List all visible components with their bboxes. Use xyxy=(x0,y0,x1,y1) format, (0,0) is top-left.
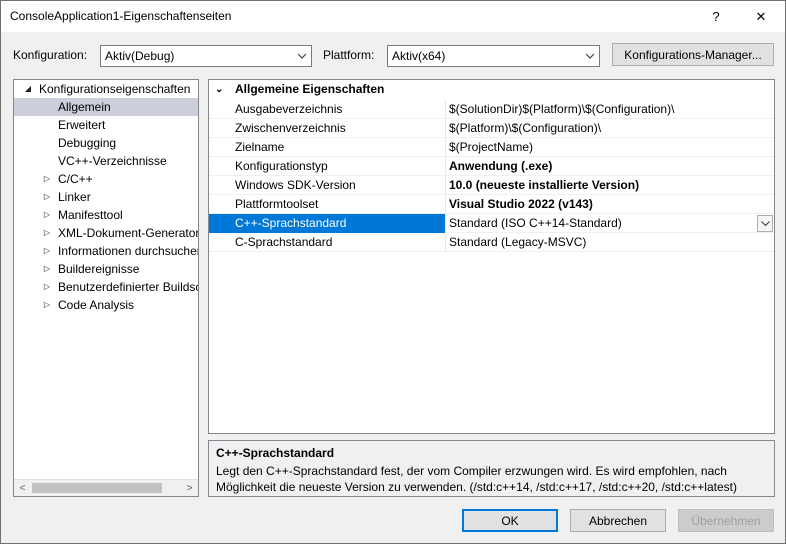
tree-item-label: XML-Dokument-Generator xyxy=(58,226,198,240)
collapse-icon[interactable]: ⌄ xyxy=(215,80,223,99)
property-row-konfigurationstyp[interactable]: Konfigurationstyp Anwendung (.exe) xyxy=(209,157,774,176)
property-row-zielname[interactable]: Zielname $(ProjectName) xyxy=(209,138,774,157)
plattform-dropdown[interactable]: Aktiv(x64) xyxy=(387,45,600,67)
tree-item-vc-verzeichnisse[interactable]: VC++-Verzeichnisse xyxy=(14,152,198,170)
chevron-down-icon xyxy=(295,49,309,63)
tree-item-erweitert[interactable]: Erweitert xyxy=(14,116,198,134)
apply-button[interactable]: Übernehmen xyxy=(678,509,774,532)
property-grid: ⌄ Allgemeine Eigenschaften Ausgabeverzei… xyxy=(208,79,775,434)
expand-icon[interactable]: ▷ xyxy=(41,242,53,260)
scrollbar-thumb[interactable] xyxy=(32,483,162,493)
section-title: Allgemeine Eigenschaften xyxy=(235,82,385,96)
tree-item-label: Benutzerdefinierter Buildschritt xyxy=(58,280,198,294)
collapse-icon[interactable]: ◢ xyxy=(22,80,34,98)
tree-item-label: Konfigurationseigenschaften xyxy=(39,82,191,96)
properties-dialog: ConsoleApplication1-Eigenschaftenseiten … xyxy=(0,0,786,544)
property-row-ausgabeverzeichnis[interactable]: Ausgabeverzeichnis $(SolutionDir)$(Platf… xyxy=(209,100,774,119)
chevron-down-icon xyxy=(760,221,770,226)
tree-horizontal-scrollbar[interactable]: < > xyxy=(14,479,198,496)
property-name: Windows SDK-Version xyxy=(209,176,446,195)
property-name: Zwischenverzeichnis xyxy=(209,119,446,138)
property-name: Zielname xyxy=(209,138,446,157)
tree-item-manifesttool[interactable]: ▷ Manifesttool xyxy=(14,206,198,224)
tree-item-label: C/C++ xyxy=(58,172,93,186)
property-tree: ◢ Konfigurationseigenschaften Allgemein … xyxy=(13,79,199,497)
property-value[interactable]: Standard (Legacy-MSVC) xyxy=(449,233,774,252)
tree-item-label: Linker xyxy=(58,190,91,204)
ok-button[interactable]: OK xyxy=(462,509,558,532)
property-row-cpp-sprachstandard[interactable]: C++-Sprachstandard Standard (ISO C++14-S… xyxy=(209,214,774,233)
property-row-c-sprachstandard[interactable]: C-Sprachstandard Standard (Legacy-MSVC) xyxy=(209,233,774,252)
cancel-button[interactable]: Abbrechen xyxy=(570,509,666,532)
section-header-allgemeine-eigenschaften[interactable]: ⌄ Allgemeine Eigenschaften xyxy=(209,80,774,99)
chevron-down-icon xyxy=(583,49,597,63)
tree-item-label: Code Analysis xyxy=(58,298,135,312)
tree-item-label: Allgemein xyxy=(58,100,111,114)
tree-item-konfigurationseigenschaften[interactable]: ◢ Konfigurationseigenschaften xyxy=(14,80,198,98)
dropdown-button[interactable] xyxy=(757,215,773,232)
description-panel: C++-Sprachstandard Legt den C++-Sprachst… xyxy=(208,440,775,497)
property-name: Konfigurationstyp xyxy=(209,157,446,176)
property-value[interactable]: Visual Studio 2022 (v143) xyxy=(449,195,774,214)
konfiguration-dropdown[interactable]: Aktiv(Debug) xyxy=(100,45,312,67)
description-title: C++-Sprachstandard xyxy=(216,446,335,460)
property-value[interactable]: $(ProjectName) xyxy=(449,138,774,157)
tree-item-label: Debugging xyxy=(58,136,117,150)
tree-item-c-cpp[interactable]: ▷ C/C++ xyxy=(14,170,198,188)
tree-item-buildereignisse[interactable]: ▷ Buildereignisse xyxy=(14,260,198,278)
scroll-left-icon[interactable]: < xyxy=(14,480,31,496)
expand-icon[interactable]: ▷ xyxy=(41,206,53,224)
tree-item-label: Buildereignisse xyxy=(58,262,140,276)
configuration-manager-button[interactable]: Konfigurations-Manager... xyxy=(612,43,774,66)
tree-item-debugging[interactable]: Debugging xyxy=(14,134,198,152)
property-row-zwischenverzeichnis[interactable]: Zwischenverzeichnis $(Platform)\$(Config… xyxy=(209,119,774,138)
window-title: ConsoleApplication1-Eigenschaftenseiten xyxy=(10,9,232,23)
tree-item-informationen-durchsuchen[interactable]: ▷ Informationen durchsuchen xyxy=(14,242,198,260)
tree-item-xml-dokument-generator[interactable]: ▷ XML-Dokument-Generator xyxy=(14,224,198,242)
property-value[interactable]: 10.0 (neueste installierte Version) xyxy=(449,176,774,195)
description-text: Legt den C++-Sprachstandard fest, der vo… xyxy=(216,464,737,494)
tree-item-label: VC++-Verzeichnisse xyxy=(58,154,167,168)
konfiguration-value: Aktiv(Debug) xyxy=(105,49,175,63)
property-row-windows-sdk-version[interactable]: Windows SDK-Version 10.0 (neueste instal… xyxy=(209,176,774,195)
expand-icon[interactable]: ▷ xyxy=(41,170,53,188)
plattform-label: Plattform: xyxy=(323,48,375,62)
tree-item-label: Informationen durchsuchen xyxy=(58,244,198,258)
tree-item-benutzerdefinierter-buildschritt[interactable]: ▷ Benutzerdefinierter Buildschritt xyxy=(14,278,198,296)
property-name: Ausgabeverzeichnis xyxy=(209,100,446,119)
help-button[interactable]: ? xyxy=(696,1,736,32)
property-name: Plattformtoolset xyxy=(209,195,446,214)
expand-icon[interactable]: ▷ xyxy=(41,260,53,278)
property-value[interactable]: $(SolutionDir)$(Platform)\$(Configuratio… xyxy=(449,100,774,119)
property-value[interactable]: Standard (ISO C++14-Standard) xyxy=(449,214,774,233)
property-name: C++-Sprachstandard xyxy=(209,214,446,233)
expand-icon[interactable]: ▷ xyxy=(41,224,53,242)
tree-item-linker[interactable]: ▷ Linker xyxy=(14,188,198,206)
konfiguration-label: Konfiguration: xyxy=(13,48,88,62)
property-row-plattformtoolset[interactable]: Plattformtoolset Visual Studio 2022 (v14… xyxy=(209,195,774,214)
title-bar: ConsoleApplication1-Eigenschaftenseiten … xyxy=(1,1,785,32)
plattform-value: Aktiv(x64) xyxy=(392,49,446,63)
tree-item-allgemein[interactable]: Allgemein xyxy=(14,98,198,116)
property-value[interactable]: Anwendung (.exe) xyxy=(449,157,774,176)
close-button[interactable]: ✕ xyxy=(741,1,781,32)
expand-icon[interactable]: ▷ xyxy=(41,188,53,206)
expand-icon[interactable]: ▷ xyxy=(41,296,53,314)
close-icon: ✕ xyxy=(755,8,767,24)
scroll-right-icon[interactable]: > xyxy=(181,480,198,496)
tree-item-code-analysis[interactable]: ▷ Code Analysis xyxy=(14,296,198,314)
property-name: C-Sprachstandard xyxy=(209,233,446,252)
property-value[interactable]: $(Platform)\$(Configuration)\ xyxy=(449,119,774,138)
expand-icon[interactable]: ▷ xyxy=(41,278,53,296)
tree-item-label: Manifesttool xyxy=(58,208,123,222)
help-icon: ? xyxy=(712,9,720,24)
tree-item-label: Erweitert xyxy=(58,118,106,132)
configuration-row: Konfiguration: Aktiv(Debug) Plattform: A… xyxy=(1,43,785,67)
